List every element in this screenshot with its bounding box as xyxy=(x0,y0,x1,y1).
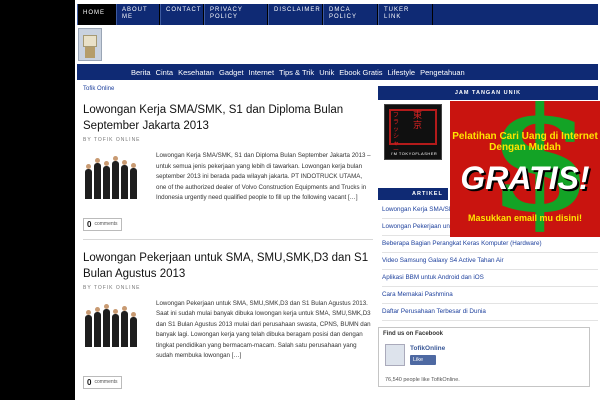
category-berita[interactable]: Berita xyxy=(131,68,151,77)
category-internet[interactable]: Internet xyxy=(249,68,274,77)
facebook-like-count: 76,540 people like TofikOnline. xyxy=(385,377,460,383)
tokyoflash-banner[interactable]: フラッシャー 東京 I'M TOKYOFLASHER xyxy=(384,104,442,160)
logo-box-body xyxy=(85,47,95,58)
thumb-person xyxy=(94,306,101,347)
thumb-person xyxy=(121,305,128,347)
category-lifestyle[interactable]: Lifestyle xyxy=(388,68,416,77)
comment-number: 0 xyxy=(87,219,92,229)
post-2: Lowongan Pekerjaan untuk SMA, SMU,SMK,D3… xyxy=(83,250,373,389)
nav-disclaimer[interactable]: DISCLAIMER xyxy=(268,4,323,25)
comment-count[interactable]: 0 comments xyxy=(83,375,373,389)
article-link[interactable]: Beberapa Bagian Perangkat Keras Komputer… xyxy=(382,240,598,253)
post-title[interactable]: Lowongan Kerja SMA/SMK, S1 dan Diploma B… xyxy=(83,102,373,134)
facebook-page-name[interactable]: TofikOnline xyxy=(410,345,445,352)
comment-label: comments xyxy=(94,221,118,227)
thumb-person xyxy=(121,160,128,199)
nav-dmca-policy[interactable]: DMCA POLICY xyxy=(323,4,378,25)
category-ebook-gratis[interactable]: Ebook Gratis xyxy=(339,68,382,77)
thumb-person xyxy=(85,164,92,199)
comment-label: comments xyxy=(94,379,118,385)
thumb-person xyxy=(94,158,101,199)
article-link[interactable]: Cara Memakai Pashmina xyxy=(382,291,598,304)
category-gadget[interactable]: Gadget xyxy=(219,68,244,77)
category-navigation: Berita Cinta Kesehatan Gadget Internet T… xyxy=(77,64,598,80)
comment-number: 0 xyxy=(87,377,92,387)
ad-email-prompt: Masukkan email mu disini! xyxy=(467,213,583,223)
post-excerpt: Lowongan Pekerjaan untuk SMA, SMU,SMK,D3… xyxy=(156,299,371,360)
category-kesehatan[interactable]: Kesehatan xyxy=(178,68,214,77)
facebook-widget-title: Find us on Facebook xyxy=(383,331,444,337)
banner-kanji: 東京 xyxy=(413,111,423,131)
thumb-person xyxy=(130,163,137,199)
logo-box-head xyxy=(83,35,97,47)
facebook-like-button[interactable]: Like xyxy=(410,355,436,365)
ad-headline: Pelatihan Cari Uang di Internet Dengan M… xyxy=(452,131,598,153)
breadcrumb[interactable]: Tofik Online xyxy=(83,86,373,92)
widget-title-artikel: ARTIKEL xyxy=(378,188,448,200)
post-1: Lowongan Kerja SMA/SMK, S1 dan Diploma B… xyxy=(83,102,373,231)
post-title[interactable]: Lowongan Pekerjaan untuk SMA, SMU,SMK,D3… xyxy=(83,250,373,282)
ad-gratis-text: GRATIS! xyxy=(460,160,590,196)
post-thumbnail[interactable] xyxy=(83,151,143,199)
nav-privacy-policy[interactable]: PRIVACY POLICY xyxy=(204,4,268,25)
article-link[interactable]: Aplikasi BBM untuk Android dan iOS xyxy=(382,274,598,287)
facebook-widget: Find us on Facebook TofikOnline Like 76,… xyxy=(378,327,590,387)
nav-home[interactable]: HOME xyxy=(77,4,116,25)
site-logo[interactable] xyxy=(78,28,102,61)
banner-caption: I'M TOKYOFLASHER xyxy=(390,151,438,156)
article-link[interactable]: Video Samsung Galaxy S4 Active Tahan Air xyxy=(382,257,598,270)
top-navigation: HOME ABOUT ME CONTACT PRIVACY POLICY DIS… xyxy=(77,4,598,25)
thumb-person xyxy=(112,308,119,347)
thumb-person xyxy=(130,311,137,347)
article-link[interactable]: Daftar Perusahaan Terbesar di Dunia xyxy=(382,308,598,321)
post-thumbnail[interactable] xyxy=(83,298,143,347)
popup-ad-banner[interactable]: $ Pelatihan Cari Uang di Internet Dengan… xyxy=(450,101,600,237)
category-cinta[interactable]: Cinta xyxy=(156,68,174,77)
thumb-person xyxy=(103,161,110,199)
widget-title-jam-tangan: JAM TANGAN UNIK xyxy=(378,86,598,100)
nav-contact[interactable]: CONTACT xyxy=(160,4,204,25)
thumb-person xyxy=(112,156,119,199)
facebook-like-label: Like xyxy=(413,357,424,363)
banner-kana: フラッシャー xyxy=(393,112,400,154)
nav-about-me[interactable]: ABOUT ME xyxy=(116,4,160,25)
thumb-person xyxy=(103,303,110,347)
post-byline: by TOFIK ONLINE xyxy=(83,284,141,291)
nav-tuker-link[interactable]: TUKER LINK xyxy=(378,4,433,25)
category-pengetahuan[interactable]: Pengetahuan xyxy=(420,68,465,77)
facebook-page-avatar[interactable] xyxy=(385,344,405,366)
comment-count[interactable]: 0 comments xyxy=(83,217,373,231)
category-tips-trik[interactable]: Tips & Trik xyxy=(279,68,314,77)
category-unik[interactable]: Unik xyxy=(319,68,334,77)
post-excerpt: Lowongan Kerja SMA/SMK, S1 dan Diploma B… xyxy=(156,152,371,201)
post-divider xyxy=(83,238,373,240)
post-byline: by TOFIK ONLINE xyxy=(83,137,141,143)
thumb-person xyxy=(85,309,92,347)
main-content: Tofik Online Lowongan Kerja SMA/SMK, S1 … xyxy=(83,86,373,389)
